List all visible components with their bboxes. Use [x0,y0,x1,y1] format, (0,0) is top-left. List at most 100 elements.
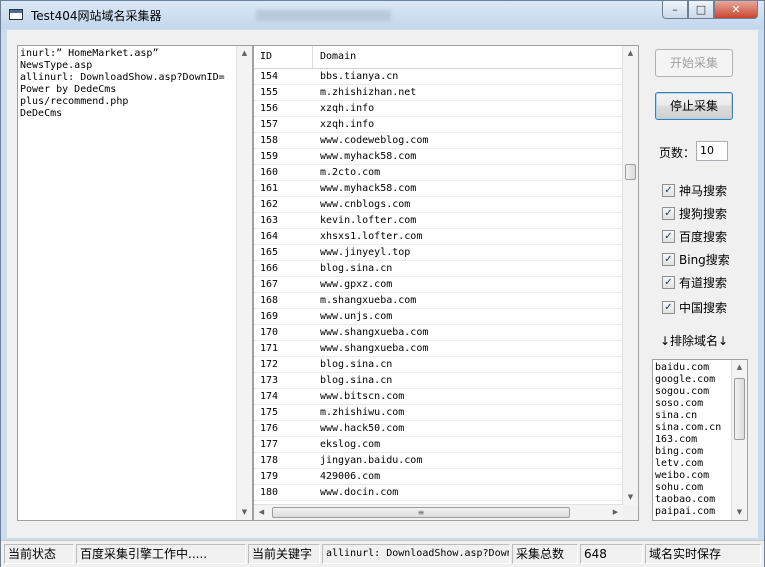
grid-horizontal-scrollbar[interactable]: ◀ ≡ ▶ [254,504,623,520]
engine-checkbox-item[interactable]: ✓ 搜狗搜索 [662,205,727,221]
table-row[interactable]: 159 www.myhack58.com [254,149,623,165]
scroll-up-arrow-icon[interactable]: ▲ [623,46,638,61]
cell-domain: www.docin.com [320,487,399,498]
scroll-right-arrow-icon[interactable]: ▶ [608,505,623,520]
scrollbar-corner [623,505,638,520]
keywords-scrollbar[interactable]: ▲ ▼ [236,46,252,520]
table-row[interactable]: 176 www.hack50.com [254,421,623,437]
status-bar: 当前状态 百度采集引擎工作中..... 当前关键字 allinurl: Down… [1,540,764,567]
cell-id: 176 [260,423,279,434]
table-row[interactable]: 178 jingyan.baidu.com [254,453,623,469]
exclude-scrollbar[interactable]: ▲ ▼ [731,360,747,520]
cell-id: 163 [260,215,279,226]
table-row[interactable]: 167 www.gpxz.com [254,277,623,293]
cell-domain: www.hack50.com [320,423,405,434]
scroll-left-arrow-icon[interactable]: ◀ [254,505,269,520]
cell-domain: m.shangxueba.com [320,295,417,306]
title-bar[interactable]: Test404网站域名采集器 – □ ✕ [1,1,764,29]
checkbox[interactable]: ✓ [662,183,675,197]
table-row[interactable]: 180 www.docin.com [254,485,623,501]
engine-checkbox-item[interactable]: ✓ Bing搜索 [662,251,730,267]
grid-vertical-scrollbar[interactable]: ▲ ▼ [622,46,638,505]
exclude-scroll-thumb[interactable] [734,378,745,440]
close-button[interactable]: ✕ [714,1,758,19]
checkbox[interactable]: ✓ [662,206,675,220]
pages-input[interactable]: 10 [696,141,728,161]
scroll-up-arrow-icon[interactable]: ▲ [237,46,252,61]
minimize-button[interactable]: – [662,1,688,19]
cell-domain: www.bitscn.com [320,391,405,402]
column-header-domain[interactable]: Domain [320,51,356,62]
column-divider[interactable] [312,46,313,68]
table-row[interactable]: 164 xhsxs1.lofter.com [254,229,623,245]
engine-checkbox-item[interactable]: ✓ 神马搜索 [662,182,727,198]
checkbox[interactable]: ✓ [662,275,675,289]
table-row[interactable]: 177 ekslog.com [254,437,623,453]
app-window-icon [9,9,23,20]
engine-label: 搜狗搜索 [679,206,728,221]
client-area: inurl:” HomeMarket.asp” NewsType.asp all… [7,30,758,538]
grid-header: ID Domain [254,46,623,69]
cell-domain: xhsxs1.lofter.com [320,231,423,242]
table-row[interactable]: 154 bbs.tianya.cn [254,69,623,85]
table-row[interactable]: 173 blog.sina.cn [254,373,623,389]
table-row[interactable]: 171 www.shangxueba.com [254,341,623,357]
engine-label: 中国搜索 [679,300,728,315]
keywords-textarea[interactable]: inurl:” HomeMarket.asp” NewsType.asp all… [17,45,253,521]
table-row[interactable]: 179 429006.com [254,469,623,485]
cell-id: 175 [260,407,279,418]
cell-id: 171 [260,343,279,354]
table-row[interactable]: 158 www.codeweblog.com [254,133,623,149]
cell-id: 170 [260,327,279,338]
cell-domain: ekslog.com [320,439,381,450]
engine-label: Bing搜索 [679,252,730,267]
scroll-up-arrow-icon[interactable]: ▲ [732,360,747,375]
exclude-domains-textarea[interactable]: baidu.com google.com sogou.com soso.com … [652,359,748,521]
table-row[interactable]: 168 m.shangxueba.com [254,293,623,309]
scroll-down-arrow-icon[interactable]: ▼ [623,490,638,505]
horizontal-scroll-thumb[interactable]: ≡ [272,507,570,518]
table-row[interactable]: 169 www.unjs.com [254,309,623,325]
start-collect-button[interactable]: 开始采集 [655,49,733,77]
cell-id: 178 [260,455,279,466]
cell-id: 173 [260,375,279,386]
table-row[interactable]: 170 www.shangxueba.com [254,325,623,341]
cell-id: 167 [260,279,279,290]
cell-id: 177 [260,439,279,450]
domain-grid[interactable]: ID Domain 154 bbs.tianya.cn 155 m.zhishizha… [253,45,639,521]
cell-domain: blog.sina.cn [320,375,393,386]
cell-domain: www.unjs.com [320,311,393,322]
vertical-scroll-thumb[interactable] [625,164,636,180]
table-row[interactable]: 156 xzqh.info [254,101,623,117]
exclude-domains-text[interactable]: baidu.com google.com sogou.com soso.com … [655,362,721,518]
table-row[interactable]: 161 www.myhack58.com [254,181,623,197]
cell-id: 157 [260,119,279,130]
checkbox[interactable]: ✓ [662,229,675,243]
table-row[interactable]: 163 kevin.lofter.com [254,213,623,229]
engine-checkbox-item[interactable]: ✓ 中国搜索 [662,299,727,315]
checkbox[interactable]: ✓ [662,300,675,314]
cell-id: 166 [260,263,279,274]
keywords-text[interactable]: inurl:” HomeMarket.asp” NewsType.asp all… [20,48,225,120]
table-row[interactable]: 162 www.cnblogs.com [254,197,623,213]
status-total-label: 采集总数 [512,544,578,564]
engine-checkbox-item[interactable]: ✓ 有道搜索 [662,274,727,290]
table-row[interactable]: 175 m.zhishiwu.com [254,405,623,421]
cell-domain: m.2cto.com [320,167,381,178]
table-row[interactable]: 174 www.bitscn.com [254,389,623,405]
table-row[interactable]: 160 m.2cto.com [254,165,623,181]
table-row[interactable]: 172 blog.sina.cn [254,357,623,373]
table-row[interactable]: 166 blog.sina.cn [254,261,623,277]
table-row[interactable]: 155 m.zhishizhan.net [254,85,623,101]
column-header-id[interactable]: ID [260,51,272,62]
engine-checkbox-item[interactable]: ✓ 百度搜索 [662,228,727,244]
scroll-down-arrow-icon[interactable]: ▼ [237,505,252,520]
scroll-down-arrow-icon[interactable]: ▼ [732,505,747,520]
cell-id: 164 [260,231,279,242]
checkbox[interactable]: ✓ [662,252,675,266]
stop-collect-button[interactable]: 停止采集 [655,92,733,120]
table-row[interactable]: 165 www.jinyeyl.top [254,245,623,261]
maximize-button[interactable]: □ [688,1,714,19]
table-row[interactable]: 157 xzqh.info [254,117,623,133]
cell-id: 158 [260,135,279,146]
